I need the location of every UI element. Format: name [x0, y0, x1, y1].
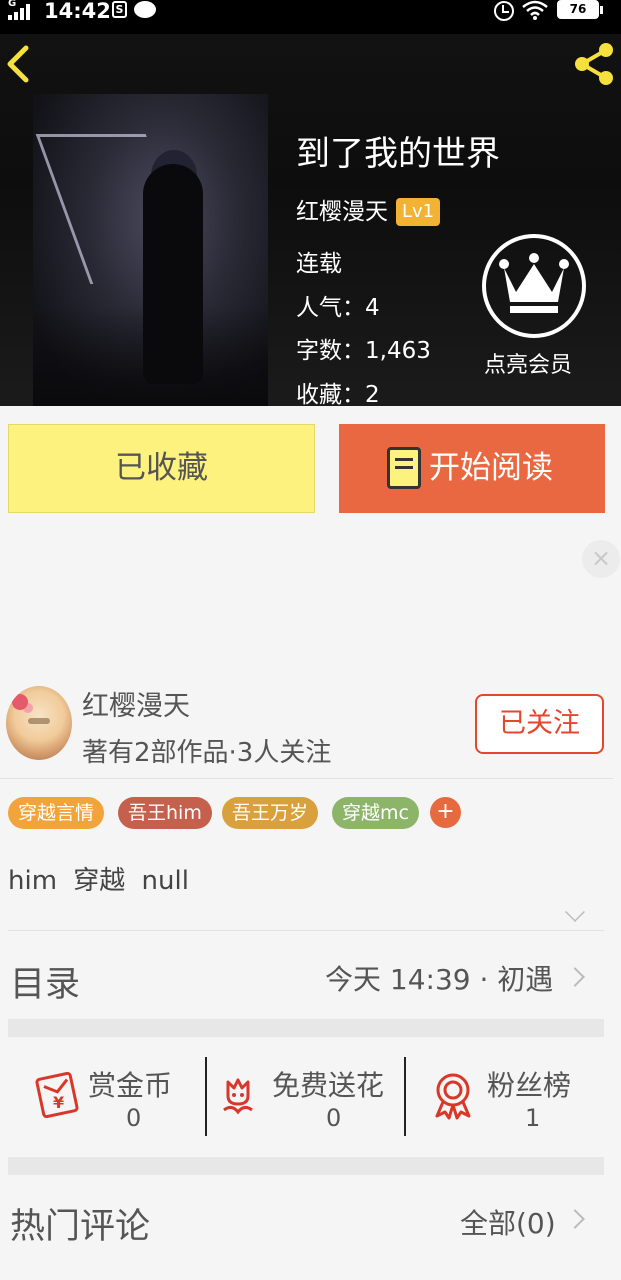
message-icon — [134, 1, 156, 18]
author-card[interactable]: 红樱漫天 著有2部作品·3人关注 已关注 — [0, 680, 621, 778]
hot-comments-title: 热门评论 — [10, 1207, 151, 1247]
book-icon — [387, 447, 421, 489]
section-separator — [8, 1019, 604, 1037]
divider — [205, 1057, 207, 1136]
medal-icon — [435, 1073, 471, 1120]
clock: 14:42 — [44, 0, 111, 23]
alarm-icon — [494, 1, 514, 21]
chevron-right-icon[interactable] — [565, 967, 585, 987]
fan-ranking-stat[interactable]: 粉丝榜 1 — [407, 1056, 606, 1136]
flower-icon — [223, 1078, 253, 1115]
close-ad-icon[interactable]: × — [582, 540, 620, 578]
back-icon[interactable] — [4, 44, 34, 84]
section-separator — [8, 1157, 604, 1175]
vip-button[interactable] — [482, 234, 586, 338]
favorites-stat: 收藏：2 — [296, 382, 380, 406]
all-comments-link[interactable]: 全部(0) — [460, 1202, 556, 1242]
reward-coins-value: 0 — [126, 1104, 142, 1132]
add-tag-button[interactable]: + — [430, 797, 461, 828]
free-flowers-value: 0 — [326, 1104, 342, 1132]
fan-ranking-label: 粉丝榜 — [487, 1069, 572, 1102]
book-author-row[interactable]: 红樱漫天 Lv1 — [296, 192, 441, 226]
author-name[interactable]: 红樱漫天 — [82, 684, 190, 723]
tag-item[interactable]: 穿越mc — [332, 797, 419, 829]
book-title: 到了我的世界 — [296, 134, 500, 174]
keywords: him 穿越 null — [8, 866, 189, 896]
free-flowers-label: 免费送花 — [272, 1069, 385, 1102]
vip-label[interactable]: 点亮会员 — [484, 347, 572, 379]
word-count-stat: 字数：1,463 — [296, 338, 431, 364]
author-level-badge: Lv1 — [396, 198, 441, 226]
share-icon[interactable] — [570, 40, 618, 88]
tag-item[interactable]: 穿越言情 — [8, 797, 105, 829]
wifi-icon — [522, 0, 548, 25]
status-bar: G 14:42 S 76 — [0, 0, 621, 34]
tag-item[interactable]: 吾王him — [118, 797, 212, 829]
chevron-down-icon[interactable] — [565, 902, 585, 922]
tag-item[interactable]: 吾王万岁 — [222, 797, 319, 829]
popularity-stat: 人气：4 — [296, 295, 380, 321]
svg-text:¥: ¥ — [53, 1093, 64, 1112]
crown-icon — [499, 253, 569, 313]
serial-status: 连载 — [296, 251, 342, 277]
start-reading-button[interactable]: 开始阅读 — [339, 424, 605, 513]
notification-s-icon: S — [112, 1, 127, 18]
free-flowers-stat[interactable]: 免费送花 0 — [208, 1056, 407, 1136]
divider — [404, 1057, 406, 1136]
catalog-latest-chapter[interactable]: 今天 14:39 · 初遇 — [325, 958, 553, 998]
favorited-button[interactable]: 已收藏 — [8, 424, 315, 513]
author-avatar[interactable] — [6, 686, 72, 760]
reward-coins-label: 赏金币 — [88, 1069, 173, 1102]
followed-button[interactable]: 已关注 — [475, 694, 604, 754]
battery-icon: 76 — [557, 0, 603, 19]
red-envelope-icon: ¥ — [35, 1072, 79, 1118]
start-reading-label: 开始阅读 — [429, 450, 553, 486]
reward-coins-stat[interactable]: ¥ 赏金币 0 — [8, 1056, 207, 1136]
divider — [8, 930, 604, 931]
fan-ranking-value: 1 — [525, 1104, 541, 1132]
divider — [0, 778, 613, 779]
chevron-right-icon[interactable] — [565, 1209, 585, 1229]
book-author[interactable]: 红樱漫天 — [296, 199, 388, 225]
book-cover-image — [33, 94, 268, 406]
catalog-title[interactable]: 目录 — [10, 956, 80, 1007]
network-type: G — [8, 0, 17, 9]
author-info: 著有2部作品·3人关注 — [82, 738, 332, 768]
book-header: 到了我的世界 红樱漫天 Lv1 连载 人气：4 字数：1,463 收藏：2 点亮会… — [0, 34, 621, 406]
